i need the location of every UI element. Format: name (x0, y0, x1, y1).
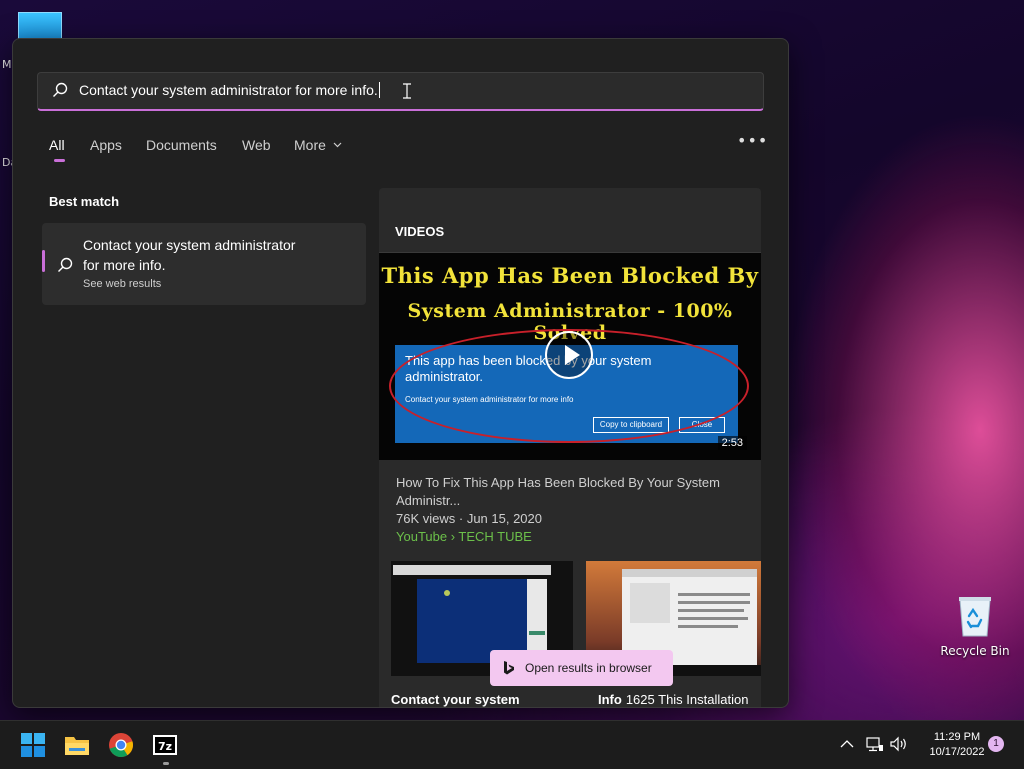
best-match-heading: Best match (49, 194, 120, 209)
start-search-panel: Contact your system administrator for mo… (12, 38, 789, 708)
tab-web[interactable]: Web (242, 137, 271, 153)
clock[interactable]: 11:29 PM 10/17/2022 (920, 730, 994, 760)
search-icon (58, 257, 73, 272)
7zip-icon[interactable]: 7z (152, 732, 178, 758)
video-captions-row: Contact your system Info 1625 This Instal… (379, 691, 761, 707)
start-icon[interactable] (20, 732, 46, 758)
tab-apps[interactable]: Apps (90, 137, 122, 153)
more-options-icon[interactable]: ••• (737, 131, 768, 150)
chrome-icon[interactable] (108, 732, 134, 758)
best-match-title: Contact your system administrator for mo… (83, 237, 296, 273)
video-meta: 76K views · Jun 15, 2020 (396, 511, 542, 526)
running-app-indicator (163, 762, 169, 765)
text-caret (378, 82, 380, 98)
video-caption[interactable]: Info 1625 This Installation (598, 692, 748, 707)
bing-icon (504, 661, 514, 675)
video-duration: 2:53 (717, 436, 747, 450)
recycle-bin[interactable]: Recycle Bin (940, 594, 1010, 658)
chevron-up-icon[interactable] (840, 736, 854, 752)
search-icon (53, 82, 68, 97)
video-thumbnail[interactable]: This App Has Been Blocked By System Admi… (379, 253, 761, 460)
text-cursor-icon (403, 83, 411, 99)
thumbnail-headline: This App Has Been Blocked By (381, 263, 759, 288)
play-icon[interactable] (545, 331, 593, 379)
tab-more[interactable]: More (294, 137, 342, 153)
video-details: How To Fix This App Has Been Blocked By … (396, 474, 746, 546)
tab-documents[interactable]: Documents (146, 137, 217, 153)
chevron-down-icon (333, 142, 342, 148)
desktop-app-icon[interactable] (18, 12, 62, 40)
svg-text:7z: 7z (158, 740, 172, 753)
video-title[interactable]: How To Fix This App Has Been Blocked By … (396, 474, 746, 510)
web-preview-pane: VIDEOS This App Has Been Blocked By Syst… (379, 188, 761, 707)
desktop-icon-label-fragment: M (2, 58, 12, 71)
selection-indicator (42, 250, 45, 272)
open-results-in-browser-button[interactable]: Open results in browser (490, 650, 673, 686)
volume-icon[interactable] (890, 736, 908, 752)
video-source[interactable]: YouTube › TECH TUBE (396, 528, 746, 546)
recycle-bin-icon (959, 597, 991, 637)
search-input[interactable]: Contact your system administrator for mo… (79, 82, 380, 98)
notification-badge[interactable]: 1 (988, 736, 1004, 752)
active-tab-indicator (54, 159, 65, 162)
best-match-subtitle: See web results (83, 278, 162, 290)
best-match-result[interactable]: Contact your system administrator for mo… (42, 223, 366, 305)
taskbar: 7z 11:29 PM 10/17/2022 1 (0, 720, 1024, 769)
videos-heading: VIDEOS (395, 224, 445, 239)
tab-all[interactable]: All (49, 137, 65, 162)
network-icon[interactable] (866, 736, 884, 752)
file-explorer-icon[interactable] (64, 732, 90, 758)
recycle-bin-label: Recycle Bin (940, 644, 1010, 658)
search-box[interactable]: Contact your system administrator for mo… (37, 72, 764, 111)
video-caption[interactable]: Contact your system (391, 692, 520, 707)
